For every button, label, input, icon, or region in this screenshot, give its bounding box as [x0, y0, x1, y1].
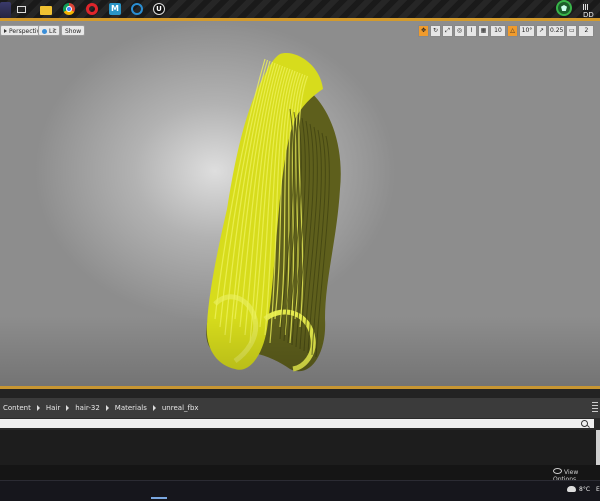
level-viewport[interactable]: Perspective Lit Show ✥ ↻ ⤢ ◎ ⌇ ▦ 10 △ 10… — [0, 21, 600, 386]
breadcrumb-separator-icon[interactable] — [36, 405, 40, 411]
marvelous-designer-icon[interactable]: M — [109, 3, 121, 15]
dropdown-arrow-icon — [4, 29, 7, 33]
rotation-snap-value[interactable]: 10° — [519, 25, 535, 37]
active-app-indicator — [151, 497, 167, 499]
world-local-icon[interactable]: ◎ — [454, 25, 465, 37]
camera-speed-icon[interactable]: ▭ — [566, 25, 578, 37]
eye-icon — [553, 468, 562, 474]
weather-temperature: 8°C — [579, 486, 591, 493]
grid-snap-icon[interactable]: ▦ — [478, 25, 489, 37]
unreal-engine-icon[interactable]: U — [153, 3, 165, 15]
task-view-icon[interactable] — [17, 6, 26, 13]
hair-model[interactable] — [195, 49, 355, 386]
camera-speed-value[interactable]: 2 — [578, 25, 595, 37]
viewport-toolbar: ✥ ↻ ⤢ ◎ ⌇ ▦ 10 △ 10° ↗ 0.25 ▭ 2 — [418, 25, 595, 37]
tray-overflow-text: E — [596, 486, 600, 493]
search-row — [0, 418, 600, 430]
search-input[interactable] — [0, 419, 594, 428]
top-right-menu[interactable]: DD — [583, 3, 600, 19]
breadcrumb-item[interactable]: Hair — [43, 404, 63, 412]
grid-icon — [583, 4, 589, 10]
show-button[interactable]: Show — [61, 25, 86, 36]
breadcrumb-separator-icon[interactable] — [105, 405, 109, 411]
translate-icon[interactable]: ✥ — [418, 25, 429, 37]
grid-snap-value[interactable]: 10 — [490, 25, 506, 37]
hair-mesh — [206, 53, 341, 372]
asset-scrollbar[interactable] — [596, 430, 600, 465]
breadcrumb-separator-icon[interactable] — [66, 405, 70, 411]
scale-icon[interactable]: ⤢ — [442, 25, 453, 37]
search-icon[interactable] — [581, 420, 588, 427]
surface-snap-icon[interactable]: ⌇ — [466, 25, 477, 37]
breadcrumb-item[interactable]: hair-32 — [72, 404, 103, 412]
shield-icon[interactable] — [556, 0, 572, 16]
breadcrumb-separator-icon[interactable] — [152, 405, 156, 411]
windows-taskbar — [0, 480, 600, 501]
panel-options-icon[interactable] — [592, 402, 598, 412]
rotation-snap-icon[interactable]: △ — [507, 25, 518, 37]
breadcrumb: Content Hair hair-32 Materials unreal_fbx — [0, 398, 600, 418]
file-explorer-icon[interactable] — [40, 6, 52, 15]
asset-view[interactable] — [0, 430, 600, 465]
scale-snap-value[interactable]: 0.25 — [548, 25, 566, 37]
lit-button[interactable]: Lit — [38, 25, 61, 36]
breadcrumb-item[interactable]: Materials — [112, 404, 150, 412]
rotate-icon[interactable]: ↻ — [430, 25, 441, 37]
chrome-icon[interactable] — [63, 3, 75, 15]
scale-snap-icon[interactable]: ↗ — [536, 25, 547, 37]
lit-sphere-icon — [42, 29, 47, 34]
top-right-label: DD — [583, 11, 594, 19]
ccleaner-icon[interactable] — [131, 3, 143, 15]
opera-icon[interactable] — [86, 3, 98, 15]
breadcrumb-item[interactable]: unreal_fbx — [159, 404, 202, 412]
breadcrumb-item[interactable]: Content — [0, 404, 34, 412]
windows-start-icon[interactable] — [0, 2, 11, 18]
content-browser-tabbar — [0, 389, 600, 398]
weather-cloud-icon[interactable] — [567, 486, 576, 492]
